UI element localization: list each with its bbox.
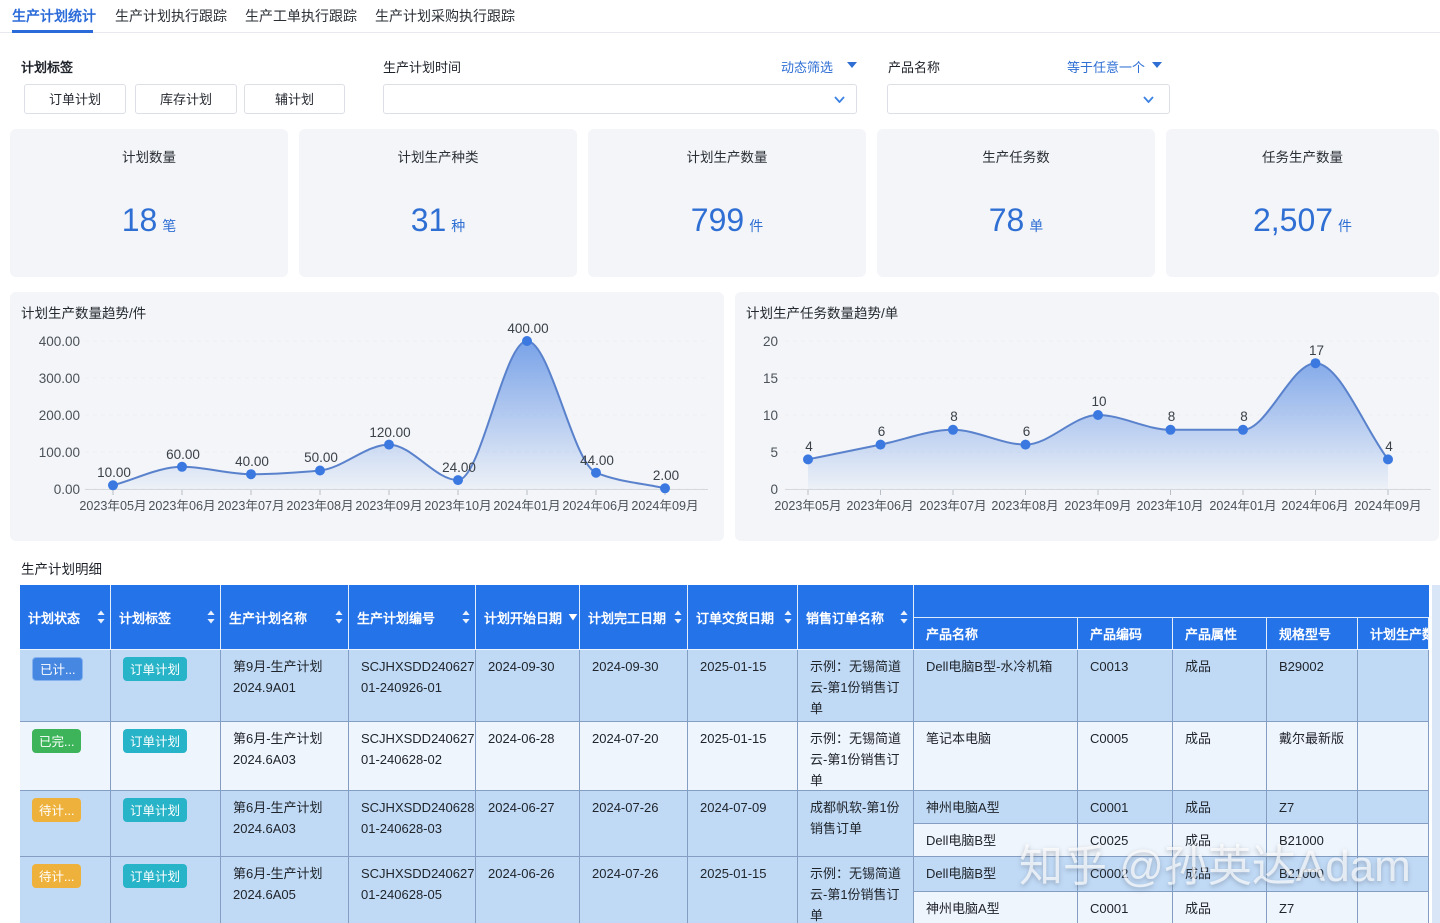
svg-text:20: 20 <box>763 330 778 350</box>
svg-text:120.00: 120.00 <box>369 421 410 441</box>
svg-text:8: 8 <box>1240 405 1248 425</box>
svg-text:10: 10 <box>1091 390 1106 410</box>
svg-text:2024年01月: 2024年01月 <box>1209 495 1276 514</box>
svg-text:40.00: 40.00 <box>235 450 269 470</box>
svg-text:10.00: 10.00 <box>97 461 131 481</box>
svg-text:2023年09月: 2023年09月 <box>355 495 422 514</box>
svg-text:2024年01月: 2024年01月 <box>493 495 560 514</box>
svg-text:2024年06月: 2024年06月 <box>562 495 629 514</box>
svg-text:5: 5 <box>770 441 778 461</box>
svg-text:400.00: 400.00 <box>39 330 80 350</box>
svg-text:2023年07月: 2023年07月 <box>217 495 284 514</box>
svg-text:17: 17 <box>1309 339 1324 359</box>
svg-text:2024年06月: 2024年06月 <box>1281 495 1348 514</box>
svg-text:2024年09月: 2024年09月 <box>1354 495 1421 514</box>
svg-text:2023年06月: 2023年06月 <box>148 495 215 514</box>
svg-text:2023年10月: 2023年10月 <box>424 495 491 514</box>
svg-text:2023年09月: 2023年09月 <box>1064 495 1131 514</box>
svg-text:44.00: 44.00 <box>580 449 614 469</box>
svg-text:2023年10月: 2023年10月 <box>1136 495 1203 514</box>
svg-text:2023年06月: 2023年06月 <box>846 495 913 514</box>
svg-text:2023年05月: 2023年05月 <box>79 495 146 514</box>
svg-text:24.00: 24.00 <box>442 456 476 476</box>
svg-text:200.00: 200.00 <box>39 404 80 424</box>
svg-text:50.00: 50.00 <box>304 446 338 466</box>
svg-text:2.00: 2.00 <box>653 464 679 484</box>
svg-text:8: 8 <box>950 405 958 425</box>
svg-text:2024年09月: 2024年09月 <box>631 495 698 514</box>
svg-text:400.00: 400.00 <box>507 317 548 337</box>
svg-text:2023年07月: 2023年07月 <box>919 495 986 514</box>
svg-text:2023年08月: 2023年08月 <box>991 495 1058 514</box>
svg-text:60.00: 60.00 <box>166 443 200 463</box>
svg-text:2023年08月: 2023年08月 <box>286 495 353 514</box>
svg-text:8: 8 <box>1168 405 1176 425</box>
svg-text:6: 6 <box>878 420 886 440</box>
svg-text:6: 6 <box>1023 420 1031 440</box>
svg-text:4: 4 <box>1385 435 1393 455</box>
svg-text:4: 4 <box>805 435 813 455</box>
svg-text:15: 15 <box>763 367 778 387</box>
svg-text:0.00: 0.00 <box>54 478 80 498</box>
svg-text:100.00: 100.00 <box>39 441 80 461</box>
svg-text:300.00: 300.00 <box>39 367 80 387</box>
svg-text:10: 10 <box>763 404 778 424</box>
svg-text:2023年05月: 2023年05月 <box>774 495 841 514</box>
